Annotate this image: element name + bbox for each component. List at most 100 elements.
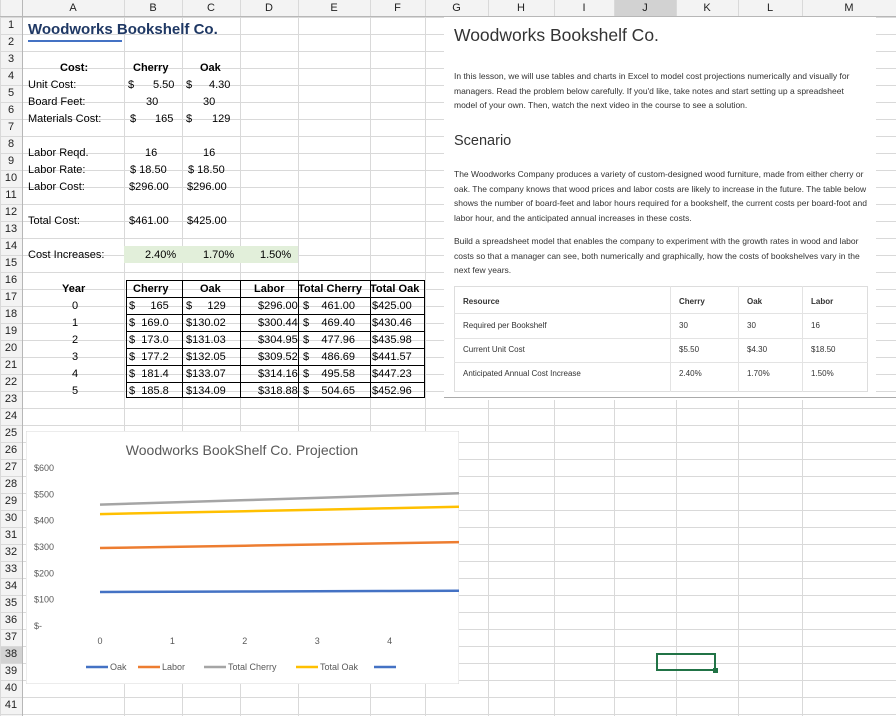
total-cost-cherry[interactable]: $461.00 [129,213,169,230]
labor-reqd-cherry[interactable]: 16 [145,145,157,162]
oak-header[interactable]: Oak [200,60,221,77]
proj-year-cell[interactable]: 4 [72,366,78,383]
labor-rate-oak[interactable]: $ 18.50 [188,162,225,179]
year-header[interactable]: Year [62,281,85,298]
proj-year-cell[interactable]: 5 [72,383,78,400]
cost-increases-label[interactable]: Cost Increases: [28,247,104,264]
row-header-41[interactable]: 41 [0,697,22,714]
row-header-38[interactable]: 38 [0,646,22,663]
row-header-26[interactable]: 26 [0,442,22,459]
row-header-17[interactable]: 17 [0,289,22,306]
row-header-37[interactable]: 37 [0,629,22,646]
row-header-20[interactable]: 20 [0,340,22,357]
labor-rate-label[interactable]: Labor Rate: [28,162,85,179]
proj-year-cell[interactable]: 0 [72,298,78,315]
resource-table-header: Labor [811,297,834,306]
row-header-11[interactable]: 11 [0,187,22,204]
row-header-5[interactable]: 5 [0,85,22,102]
row-header-3[interactable]: 3 [0,51,22,68]
chart-title: Woodworks BookShelf Co. Projection [126,442,358,458]
labor-cost-cherry[interactable]: $296.00 [129,179,169,196]
row-header-21[interactable]: 21 [0,357,22,374]
row-header-30[interactable]: 30 [0,510,22,527]
labor-reqd-oak[interactable]: 16 [203,145,215,162]
total-cost-oak[interactable]: $425.00 [187,213,227,230]
row-header-27[interactable]: 27 [0,459,22,476]
row-header-33[interactable]: 33 [0,561,22,578]
column-header-j[interactable]: J [614,0,676,17]
row-header-2[interactable]: 2 [0,34,22,51]
resource-table-header: Resource [463,297,500,306]
row-header-29[interactable]: 29 [0,493,22,510]
row-header-19[interactable]: 19 [0,323,22,340]
board-feet-label[interactable]: Board Feet: [28,94,85,111]
row-header-9[interactable]: 9 [0,153,22,170]
unit-cost-label[interactable]: Unit Cost: [28,77,76,94]
cost-label[interactable]: Cost: [60,60,88,77]
selected-cell[interactable] [656,653,716,671]
column-header-a[interactable]: A [22,0,124,17]
column-header-f[interactable]: F [370,0,425,17]
labor-rate-cherry[interactable]: $ 18.50 [130,162,167,179]
row-header-34[interactable]: 34 [0,578,22,595]
cost-increase-labor[interactable]: 1.50% [260,247,291,264]
row-header-36[interactable]: 36 [0,612,22,629]
materials-currency-oak: $ [186,113,193,125]
column-header-g[interactable]: G [425,0,488,17]
row-header-24[interactable]: 24 [0,408,22,425]
row-header-6[interactable]: 6 [0,102,22,119]
row-header-14[interactable]: 14 [0,238,22,255]
unit-cost-oak[interactable]: 4.30 [209,77,230,94]
row-header-31[interactable]: 31 [0,527,22,544]
cost-increase-oak[interactable]: 1.70% [203,247,234,264]
row-header-12[interactable]: 12 [0,204,22,221]
row-header-22[interactable]: 22 [0,374,22,391]
labor-reqd-label[interactable]: Labor Reqd. [28,145,89,162]
row-header-40[interactable]: 40 [0,680,22,697]
materials-cost-label[interactable]: Materials Cost: [28,111,101,128]
cost-increase-cherry[interactable]: 2.40% [145,247,176,264]
row-header-25[interactable]: 25 [0,425,22,442]
labor-cost-oak[interactable]: $296.00 [187,179,227,196]
board-feet-oak[interactable]: 30 [203,94,215,111]
row-header-39[interactable]: 39 [0,663,22,680]
column-header-l[interactable]: L [738,0,802,17]
resource-table-header: Oak [747,297,763,306]
row-header-18[interactable]: 18 [0,306,22,323]
column-header-e[interactable]: E [298,0,370,17]
column-header-h[interactable]: H [488,0,554,17]
projection-chart[interactable]: Woodworks BookShelf Co. Projection $- $100… [26,431,459,684]
column-header-d[interactable]: D [240,0,298,17]
row-header-28[interactable]: 28 [0,476,22,493]
materials-cost-cherry[interactable]: 165 [155,111,173,128]
row-header-10[interactable]: 10 [0,170,22,187]
board-feet-cherry[interactable]: 30 [146,94,158,111]
proj-year-cell[interactable]: 2 [72,332,78,349]
column-header-c[interactable]: C [182,0,240,17]
column-header-i[interactable]: I [554,0,614,17]
proj-year-cell[interactable]: 3 [72,349,78,366]
column-header-b[interactable]: B [124,0,182,17]
row-header-32[interactable]: 32 [0,544,22,561]
labor-cost-label[interactable]: Labor Cost: [28,179,85,196]
proj-year-cell[interactable]: 1 [72,315,78,332]
fill-handle[interactable] [713,668,718,673]
row-header-1[interactable]: 1 [0,17,22,34]
sheet-title[interactable]: Woodworks Bookshelf Co. [28,20,218,40]
row-header-13[interactable]: 13 [0,221,22,238]
column-header-m[interactable]: M [802,0,896,17]
unit-cost-cherry[interactable]: 5.50 [153,77,174,94]
row-header-15[interactable]: 15 [0,255,22,272]
cherry-header[interactable]: Cherry [133,60,168,77]
total-cost-label[interactable]: Total Cost: [28,213,80,230]
x-tick-label: 3 [315,636,320,646]
row-header-4[interactable]: 4 [0,68,22,85]
x-tick-label: 1 [170,636,175,646]
row-header-16[interactable]: 16 [0,272,22,289]
column-header-k[interactable]: K [676,0,738,17]
materials-cost-oak[interactable]: 129 [212,111,230,128]
row-header-7[interactable]: 7 [0,119,22,136]
row-header-8[interactable]: 8 [0,136,22,153]
row-header-23[interactable]: 23 [0,391,22,408]
row-header-35[interactable]: 35 [0,595,22,612]
